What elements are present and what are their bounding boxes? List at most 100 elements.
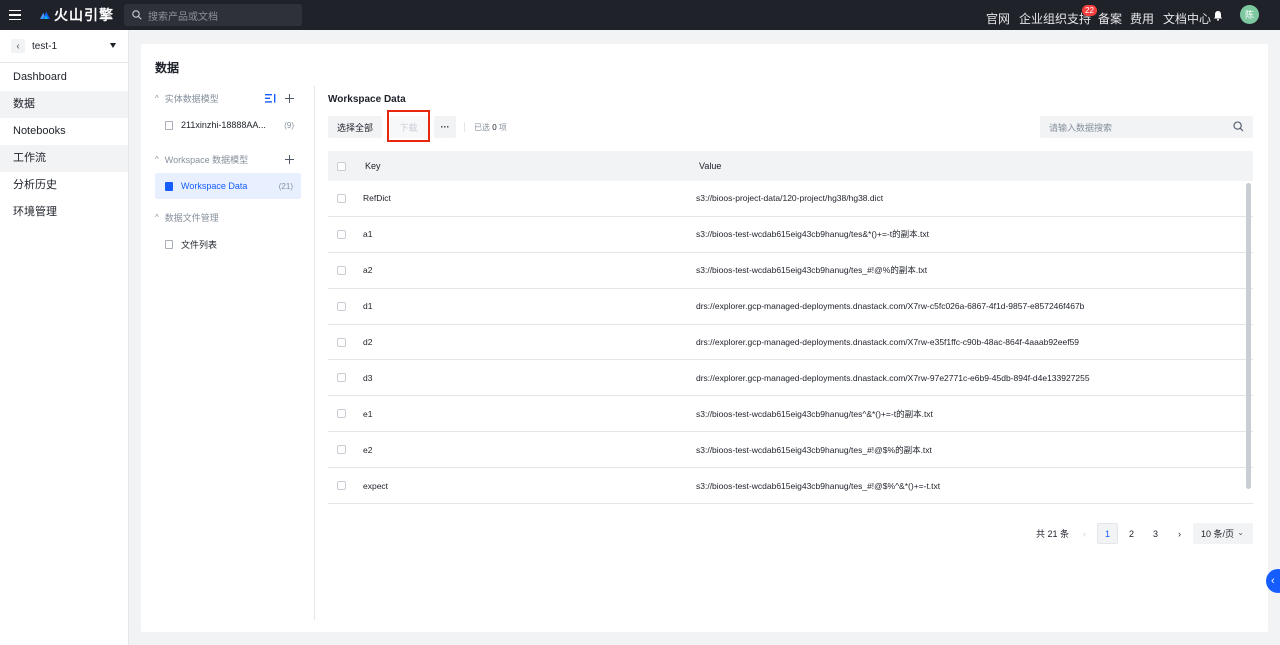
row-value: s3://bioos-project-data/120-project/hg38…: [696, 193, 884, 204]
sidebar-item-dashboard[interactable]: Dashboard: [0, 64, 128, 91]
tree-section-files[interactable]: ^ 数据文件管理: [141, 205, 314, 229]
table-row[interactable]: d3 drs://explorer.gcp-managed-deployments…: [328, 360, 1253, 397]
table-row[interactable]: expect s3://bioos-test-wcdab615eig43cb9ha…: [328, 468, 1253, 505]
pagination-total: 共 21 条: [1036, 529, 1070, 539]
volcano-logo-icon: [40, 11, 50, 19]
sidebar-item-workflow[interactable]: 工作流: [0, 145, 128, 172]
sidebar-item-analysis-history[interactable]: 分析历史: [0, 172, 128, 199]
table-icon: [165, 120, 173, 130]
row-key: e2: [363, 444, 373, 455]
back-icon[interactable]: ‹: [11, 39, 25, 53]
table-scrollbar[interactable]: [1246, 183, 1251, 489]
sidebar-item-notebooks[interactable]: Notebooks: [0, 118, 128, 145]
page-1[interactable]: 1: [1097, 523, 1118, 544]
row-checkbox[interactable]: [337, 481, 346, 491]
sidebar-item-environment[interactable]: 环境管理: [0, 199, 128, 226]
tree-item-workspace-data[interactable]: Workspace Data (21): [155, 173, 301, 199]
table-row[interactable]: e2 s3://bioos-test-wcdab615eig43cb9hanug/…: [328, 432, 1253, 469]
top-bar: 火山引擎 搜索产品或文档 官网 企业组织 支持 22 备案 费用 文档中心 陈: [0, 0, 1280, 30]
menu-icon[interactable]: [0, 0, 30, 30]
tree-item-count: (9): [284, 120, 294, 130]
data-model-tree: ^ 实体数据模型 211xinzhi-18888AA... (9) ^ Work…: [141, 86, 315, 620]
row-checkbox[interactable]: [337, 337, 346, 347]
row-key: d2: [363, 337, 373, 347]
page-size-select[interactable]: 10 条/页 ⌄: [1193, 523, 1253, 544]
nav-organization[interactable]: 企业组织: [1019, 10, 1067, 27]
search-placeholder: 搜索产品或文档: [148, 11, 218, 23]
table-row[interactable]: a2 s3://bioos-test-wcdab615eig43cb9hanug/…: [328, 253, 1253, 289]
project-selector[interactable]: ‹ test-1: [0, 30, 128, 63]
row-checkbox[interactable]: [337, 409, 346, 419]
sidebar-item-data[interactable]: 数据: [0, 91, 128, 118]
table-row[interactable]: e1 s3://bioos-test-wcdab615eig43cb9hanug/…: [328, 396, 1253, 433]
more-button[interactable]: ···: [434, 116, 456, 138]
row-key: a2: [363, 265, 373, 276]
prev-page-icon[interactable]: ‹: [1074, 523, 1095, 544]
row-checkbox[interactable]: [337, 373, 346, 383]
table-body: RefDict s3://bioos-project-data/120-proje…: [328, 181, 1253, 505]
global-search-input[interactable]: 搜索产品或文档: [124, 4, 302, 26]
tree-item-label: 211xinzhi-18888AA...: [181, 120, 266, 130]
bell-icon[interactable]: [1213, 10, 1223, 21]
row-value: s3://bioos-test-wcdab615eig43cb9hanug/te…: [696, 444, 932, 455]
tree-section-entity[interactable]: ^ 实体数据模型: [141, 86, 314, 110]
page-2[interactable]: 2: [1121, 523, 1142, 544]
tree-item-label: Workspace Data: [181, 181, 248, 191]
nav-filing[interactable]: 备案: [1098, 10, 1122, 27]
collapse-panel-button[interactable]: ‹: [1266, 569, 1280, 593]
tree-item-file-list[interactable]: 文件列表: [141, 231, 314, 257]
selected-count-text: 已选 0 项: [474, 122, 507, 133]
next-page-icon[interactable]: ›: [1169, 523, 1190, 544]
row-checkbox[interactable]: [337, 445, 346, 455]
selected-count: 0: [492, 123, 497, 132]
table-row[interactable]: a1 s3://bioos-test-wcdab615eig43cb9hanug/…: [328, 217, 1253, 253]
sidebar: ‹ test-1 Dashboard 数据 Notebooks 工作流 分析历史…: [0, 30, 129, 645]
row-checkbox[interactable]: [337, 229, 346, 239]
tree-section-workspace[interactable]: ^ Workspace 数据模型: [141, 147, 314, 171]
selected-prefix: 已选: [474, 123, 490, 132]
row-value: s3://bioos-test-wcdab615eig43cb9hanug/te…: [696, 265, 928, 276]
chevron-down-icon: ⌄: [1237, 528, 1244, 537]
brand-logo[interactable]: 火山引擎: [40, 5, 114, 25]
search-icon[interactable]: [1233, 121, 1244, 132]
content-title: Workspace Data: [328, 94, 406, 105]
table-header: Key Value: [328, 151, 1253, 181]
add-entity-model-icon[interactable]: [285, 94, 294, 103]
tree-item-entity[interactable]: 211xinzhi-18888AA... (9): [141, 112, 314, 138]
page-title: 数据: [155, 61, 180, 75]
column-header-key[interactable]: Key: [365, 161, 381, 171]
row-key: RefDict: [363, 193, 391, 204]
brand-name: 火山引擎: [54, 7, 114, 23]
download-highlight-box: [387, 110, 430, 142]
row-checkbox[interactable]: [337, 301, 346, 311]
tree-item-label: 文件列表: [181, 239, 218, 250]
add-workspace-model-icon[interactable]: [285, 155, 294, 164]
table-icon: [165, 181, 173, 191]
avatar[interactable]: 陈: [1240, 5, 1259, 24]
column-header-value[interactable]: Value: [699, 161, 721, 171]
sort-icon[interactable]: [265, 94, 276, 103]
select-all-checkbox[interactable]: [337, 161, 346, 171]
nav-docs[interactable]: 文档中心: [1163, 10, 1211, 27]
table-row[interactable]: RefDict s3://bioos-project-data/120-proje…: [328, 181, 1253, 217]
table-row[interactable]: d1 drs://explorer.gcp-managed-deployments…: [328, 289, 1253, 325]
data-panel: 数据 ^ 实体数据模型 211xinzhi-18888AA... (9) ^ W…: [141, 44, 1268, 632]
chevron-up-icon: ^: [155, 212, 159, 222]
nav-billing[interactable]: 费用: [1130, 10, 1154, 27]
selected-suffix: 项: [498, 123, 507, 132]
project-name: test-1: [32, 40, 58, 52]
caret-down-icon[interactable]: [110, 43, 116, 48]
file-icon: [165, 239, 173, 249]
nav-official-site[interactable]: 官网: [986, 10, 1010, 27]
support-badge: 22: [1082, 5, 1097, 16]
data-search-input[interactable]: 请输入数据搜索: [1040, 116, 1253, 138]
row-checkbox[interactable]: [337, 265, 346, 275]
row-checkbox[interactable]: [337, 193, 346, 203]
row-key: d1: [363, 301, 373, 312]
table-row[interactable]: d2 drs://explorer.gcp-managed-deployments…: [328, 325, 1253, 361]
tree-section-label: Workspace 数据模型: [164, 154, 249, 165]
chevron-up-icon: ^: [155, 93, 159, 103]
page-3[interactable]: 3: [1145, 523, 1166, 544]
select-all-button[interactable]: 选择全部: [328, 116, 382, 138]
row-key: expect: [363, 480, 389, 491]
